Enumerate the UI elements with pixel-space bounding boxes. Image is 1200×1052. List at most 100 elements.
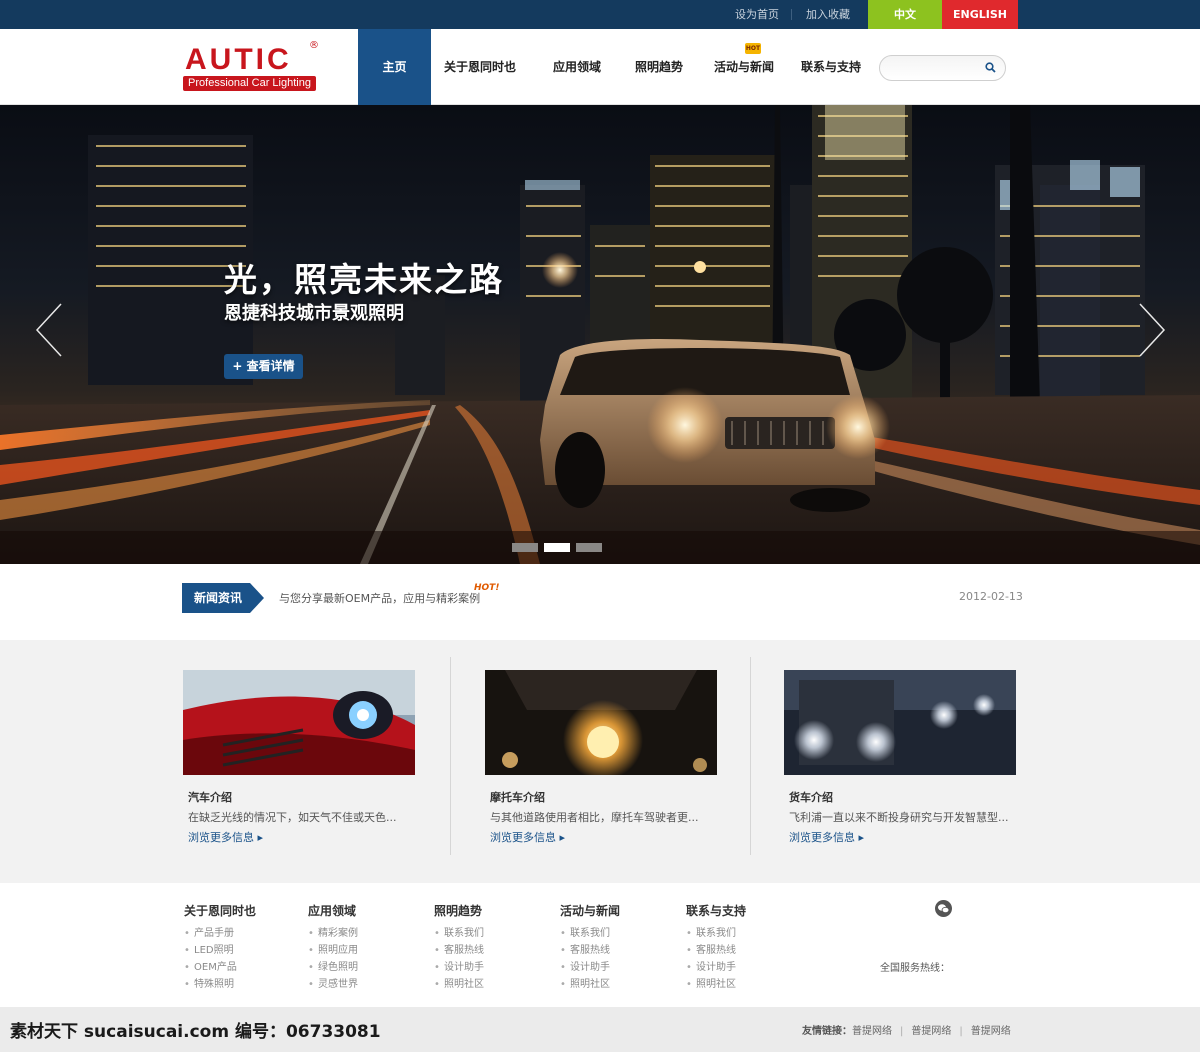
footer-link[interactable]: 照明社区	[434, 976, 484, 993]
slide-dot-2[interactable]	[544, 543, 570, 552]
autic-logo[interactable]: AUTIC ® Professional Car Lighting	[183, 40, 323, 93]
top-bar: 设为首页 加入收藏 中文 ENGLISH	[0, 0, 1200, 29]
news-label: 新闻资讯	[182, 583, 264, 613]
product-title: 货车介绍	[789, 791, 833, 804]
footer-column-title: 联系与支持	[686, 904, 747, 918]
nav-item-applications[interactable]: 应用领域	[541, 29, 613, 105]
footer-column-title: 照明趋势	[434, 904, 483, 918]
product-title: 摩托车介绍	[490, 791, 545, 804]
nav-item-contact[interactable]: 联系与支持	[795, 29, 867, 105]
add-favorite-link[interactable]: 加入收藏	[806, 0, 850, 29]
search-box	[879, 55, 1006, 81]
footer-link[interactable]: 联系我们	[560, 925, 620, 942]
news-label-text: 新闻资讯	[194, 591, 243, 605]
product-card-truck: 货车介绍 飞利浦一直以来不断投身研究与开发智慧型... 浏览更多信息 ▸	[784, 640, 1044, 883]
footer-link[interactable]: 设计助手	[560, 959, 620, 976]
footer-link[interactable]: 绿色照明	[308, 959, 358, 976]
next-slide-arrow-icon[interactable]	[1137, 302, 1167, 358]
more-link-text: 浏览更多信息	[490, 831, 556, 844]
truck-headlight-image[interactable]	[784, 670, 1016, 775]
divider: |	[959, 1026, 963, 1037]
footer-column-about: 关于恩同时也 产品手册 LED照明 OEM产品 特殊照明	[184, 902, 256, 993]
logo-wordmark: AUTIC	[185, 43, 292, 76]
search-icon[interactable]	[985, 62, 996, 73]
footer-link[interactable]: 照明社区	[560, 976, 620, 993]
footer-column-trends: 照明趋势 联系我们 客服热线 设计助手 照明社区	[434, 902, 484, 993]
wechat-icon[interactable]	[935, 900, 952, 917]
footer-link[interactable]: 灵感世界	[308, 976, 358, 993]
footer-link[interactable]: OEM产品	[184, 959, 256, 976]
product-card-car: 汽车介绍 在缺乏光线的情况下，如天气不佳或天色... 浏览更多信息 ▸	[183, 640, 443, 883]
friend-links: 友情链接：普提网络 | 普提网络 | 普提网络	[802, 1022, 1011, 1037]
footer-column-title: 活动与新闻	[560, 904, 621, 918]
footer-link[interactable]: 设计助手	[434, 959, 484, 976]
footer-link[interactable]: 产品手册	[184, 925, 256, 942]
nav-item-news[interactable]: 活动与新闻	[708, 29, 780, 105]
arrow-right-icon: ▸	[858, 831, 865, 844]
view-details-button[interactable]: + 查看详情	[224, 354, 303, 379]
set-homepage-link[interactable]: 设为首页	[735, 0, 779, 29]
car-headlight-image[interactable]	[183, 670, 415, 775]
footer-link[interactable]: 客服热线	[686, 942, 746, 959]
motorcycle-headlight-image[interactable]	[485, 670, 717, 775]
nav-item-home[interactable]: 主页	[358, 29, 431, 105]
language-english-button[interactable]: ENGLISH	[942, 0, 1018, 29]
banner-title: 光，照亮未来之路	[224, 260, 504, 299]
footer-link[interactable]: 精彩案例	[308, 925, 358, 942]
news-hot-badge: HOT!	[474, 583, 500, 593]
footer-column-contact: 联系与支持 联系我们 客服热线 设计助手 照明社区	[686, 902, 746, 993]
friend-link[interactable]: 普提网络	[971, 1026, 1011, 1037]
arrow-right-icon: ▸	[257, 831, 264, 844]
logo-tagline: Professional Car Lighting	[183, 76, 316, 91]
more-link-text: 浏览更多信息	[789, 831, 855, 844]
divider	[791, 9, 792, 20]
footer-column-applications: 应用领域 精彩案例 照明应用 绿色照明 灵感世界	[308, 902, 358, 993]
banner-subtitle: 恩捷科技城市景观照明	[224, 303, 404, 324]
footer-link[interactable]: 联系我们	[434, 925, 484, 942]
footer-link[interactable]: 联系我们	[686, 925, 746, 942]
arrow-right-icon: ▸	[559, 831, 566, 844]
watermark-text: 素材天下 sucaisucai.com 编号：06733081	[10, 1022, 381, 1042]
more-link-text: 浏览更多信息	[188, 831, 254, 844]
product-description: 与其他道路使用者相比，摩托车驾驶者更...	[490, 811, 699, 824]
nav-item-trends[interactable]: 照明趋势	[624, 29, 694, 105]
prev-slide-arrow-icon[interactable]	[34, 302, 64, 358]
divider	[750, 657, 751, 855]
product-card-motorcycle: 摩托车介绍 与其他道路使用者相比，摩托车驾驶者更... 浏览更多信息 ▸	[485, 640, 745, 883]
footer-link[interactable]: 客服热线	[560, 942, 620, 959]
footer-link[interactable]: 特殊照明	[184, 976, 256, 993]
footer-link[interactable]: LED照明	[184, 942, 256, 959]
friend-links-label: 友情链接：	[802, 1026, 852, 1037]
news-headline[interactable]: 与您分享最新OEM产品，应用与精彩案例	[279, 590, 480, 606]
slide-dot-3[interactable]	[576, 543, 602, 552]
language-chinese-button[interactable]: 中文	[868, 0, 942, 29]
footer-link[interactable]: 客服热线	[434, 942, 484, 959]
friend-link[interactable]: 普提网络	[852, 1026, 892, 1037]
night-city-car-image	[0, 105, 1200, 564]
product-description: 在缺乏光线的情况下，如天气不佳或天色...	[188, 811, 397, 824]
slide-dot-1[interactable]	[512, 543, 538, 552]
footer-link[interactable]: 设计助手	[686, 959, 746, 976]
product-title: 汽车介绍	[188, 791, 232, 804]
hot-badge: HOT	[745, 43, 761, 54]
news-ticker: 新闻资讯 与您分享最新OEM产品，应用与精彩案例 HOT! 2012-02-13	[0, 564, 1200, 640]
footer-link[interactable]: 照明应用	[308, 942, 358, 959]
footer-column-title: 关于恩同时也	[184, 904, 257, 918]
nav-item-about[interactable]: 关于恩同时也	[440, 29, 520, 105]
registered-mark: ®	[309, 40, 319, 51]
bottom-bar: 素材天下 sucaisucai.com 编号：06733081 友情链接：普提网…	[0, 1007, 1200, 1052]
product-section: 汽车介绍 在缺乏光线的情况下，如天气不佳或天色... 浏览更多信息 ▸ 摩托车介…	[0, 640, 1200, 883]
friend-link[interactable]: 普提网络	[911, 1026, 951, 1037]
product-description: 飞利浦一直以来不断投身研究与开发智慧型...	[789, 811, 1009, 824]
footer-link[interactable]: 照明社区	[686, 976, 746, 993]
product-more-link[interactable]: 浏览更多信息 ▸	[789, 829, 864, 845]
site-header: AUTIC ® Professional Car Lighting 主页 关于恩…	[0, 29, 1200, 105]
search-input[interactable]	[890, 60, 980, 76]
product-more-link[interactable]: 浏览更多信息 ▸	[490, 829, 565, 845]
hero-banner: 光，照亮未来之路 恩捷科技城市景观照明 + 查看详情	[0, 105, 1200, 564]
product-more-link[interactable]: 浏览更多信息 ▸	[188, 829, 263, 845]
divider	[450, 657, 451, 855]
divider: |	[900, 1026, 904, 1037]
slide-indicator-bar	[0, 531, 1200, 564]
footer-column-title: 应用领域	[308, 904, 357, 918]
